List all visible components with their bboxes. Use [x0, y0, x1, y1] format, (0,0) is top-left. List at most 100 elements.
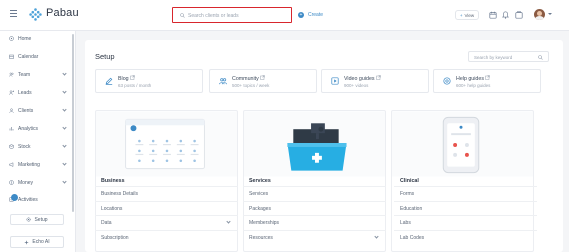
- row-label: Forms: [400, 191, 415, 197]
- chevron-down-icon: [62, 71, 67, 76]
- notification-badge: [11, 194, 18, 201]
- pabau-logo-icon: [29, 8, 42, 21]
- resource-card-help-guides[interactable]: Help guides 600+ help guides: [433, 69, 541, 93]
- page-title: Setup: [95, 52, 115, 61]
- team-icon: [9, 72, 14, 77]
- setup-link-education[interactable]: Education: [394, 200, 537, 216]
- resource-card-blog[interactable]: Blog 63 posts / month: [95, 69, 203, 93]
- chevron-down-icon: [62, 143, 67, 148]
- calendar-icon: [9, 54, 14, 59]
- sidebar-item-analytics[interactable]: Analytics: [0, 122, 72, 134]
- sidebar-item-team[interactable]: Team: [0, 68, 72, 80]
- services-illustration: [244, 111, 385, 177]
- setup-link-services[interactable]: Services: [243, 186, 386, 201]
- chevron-down-icon: [226, 219, 231, 224]
- bell-icon[interactable]: [502, 11, 509, 19]
- row-label: Packages: [249, 205, 271, 212]
- brand-name: Pabau: [46, 7, 79, 19]
- row-label: Locations: [101, 205, 123, 212]
- inbox-icon[interactable]: [515, 11, 523, 19]
- plus-icon: +: [298, 11, 304, 18]
- chevron-down-icon: [374, 233, 379, 239]
- column-title-business: Business: [101, 178, 125, 184]
- resource-card-community[interactable]: Community 500+ topics / week: [209, 69, 317, 93]
- sidebar-item-label: Analytics: [18, 125, 39, 132]
- business-illustration: [96, 111, 237, 177]
- row-label: Resources: [249, 234, 273, 241]
- top-bar: Pabau Search clients or leads + Create +…: [0, 0, 569, 31]
- setup-link-subscription[interactable]: Subscription: [95, 229, 238, 245]
- sidebar-item-label: Marketing: [18, 161, 40, 168]
- row-label: Services: [249, 191, 269, 197]
- home-icon: [9, 35, 14, 41]
- echo-ai-button[interactable]: Echo AI: [10, 236, 64, 248]
- sidebar-item-stock[interactable]: Stock: [0, 140, 72, 152]
- chevron-down-icon: [62, 125, 67, 130]
- stock-icon: [9, 143, 14, 149]
- chevron-down-icon: [62, 89, 67, 94]
- chevron-down-icon[interactable]: [548, 13, 552, 15]
- setup-link-business-details[interactable]: Business Details: [95, 186, 238, 201]
- clinical-illustration: [392, 111, 533, 177]
- money-icon: [9, 179, 14, 185]
- calendar-icon[interactable]: [489, 11, 497, 19]
- help-icon: [443, 77, 451, 85]
- avatar[interactable]: [534, 9, 545, 20]
- setup-link-lab-codes[interactable]: Lab Codes: [394, 229, 537, 245]
- community-icon: [219, 78, 227, 85]
- setup-link-forms[interactable]: Forms: [394, 186, 537, 201]
- keyword-search-input[interactable]: Search by keyword: [468, 51, 549, 62]
- setup-link-memberships[interactable]: Memberships: [243, 215, 386, 230]
- sidebar-item-label: Calendar: [18, 53, 39, 60]
- sparkle-icon: [24, 239, 30, 245]
- keyword-placeholder: Search by keyword: [474, 54, 513, 60]
- search-icon: [180, 13, 185, 18]
- sidebar-item-money[interactable]: Money: [0, 176, 72, 188]
- column-title-services: Services: [249, 178, 271, 184]
- echo-ai-label: Echo AI: [32, 239, 50, 245]
- sidebar-item-home[interactable]: Home: [0, 32, 72, 44]
- external-link-icon: [130, 75, 135, 80]
- sidebar-item-marketing[interactable]: Marketing: [0, 158, 72, 170]
- sidebar-item-label: Team: [18, 71, 31, 78]
- row-label: Lab Codes: [400, 234, 425, 241]
- create-button[interactable]: + Create: [295, 8, 328, 21]
- setup-link-resources[interactable]: Resources: [243, 229, 386, 245]
- menu-icon[interactable]: [10, 10, 17, 17]
- sidebar-scrollbar[interactable]: [72, 34, 74, 212]
- sidebar-item-leads[interactable]: Leads: [0, 86, 72, 98]
- row-label: Data: [101, 220, 112, 226]
- setup-link-locations[interactable]: Locations: [95, 200, 238, 216]
- clients-icon: [9, 108, 14, 113]
- sidebar-item-label: Clients: [18, 107, 34, 114]
- resource-subtitle: 900+ videos: [344, 83, 369, 88]
- resource-subtitle: 500+ topics / week: [232, 83, 270, 88]
- search-placeholder: Search clients or leads: [188, 12, 239, 19]
- external-link-icon: [260, 75, 266, 80]
- sidebar-item-clients[interactable]: Clients: [0, 104, 72, 116]
- external-link-icon: [485, 75, 491, 80]
- blog-icon: [105, 77, 113, 85]
- sidebar-item-label: Home: [18, 35, 32, 42]
- sidebar-item-calendar[interactable]: Calendar: [0, 50, 72, 62]
- sidebar-item-label: Money: [18, 179, 34, 186]
- view-label: View: [464, 12, 475, 18]
- resource-title: Help guides: [456, 76, 484, 82]
- resource-subtitle: 63 posts / month: [118, 83, 152, 88]
- sidebar-item-label: Leads: [18, 89, 32, 96]
- setup-link-labs[interactable]: Labs: [394, 215, 537, 230]
- resource-card-video-guides[interactable]: Video guides 900+ videos: [321, 69, 429, 93]
- view-button[interactable]: + View: [455, 10, 479, 20]
- search-input[interactable]: Search clients or leads: [172, 7, 292, 23]
- setup-link-data[interactable]: Data: [95, 215, 238, 230]
- resource-title: Blog: [118, 76, 129, 82]
- video-icon: [331, 77, 339, 85]
- chevron-down-icon: [62, 107, 67, 112]
- setup-button[interactable]: Setup: [10, 214, 64, 225]
- leads-icon: [9, 90, 14, 95]
- setup-label: Setup: [34, 216, 48, 223]
- row-label: Education: [400, 205, 423, 212]
- resource-title: Community: [232, 76, 259, 82]
- setup-link-packages[interactable]: Packages: [243, 200, 386, 216]
- row-label: Subscription: [101, 234, 129, 241]
